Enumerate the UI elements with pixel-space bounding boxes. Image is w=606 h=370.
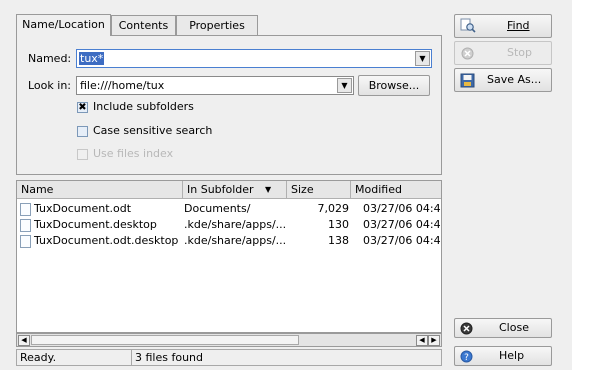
row-modified: 03/27/06 04:46: [363, 234, 442, 247]
row-size: 130: [328, 218, 349, 231]
column-header-modified[interactable]: Modified: [351, 181, 441, 199]
help-button[interactable]: ? Help: [454, 346, 552, 366]
close-icon: [460, 322, 473, 335]
status-state: Ready.: [16, 349, 132, 366]
row-subfolder: .kde/share/apps/...: [184, 234, 287, 247]
case-sensitive-label: Case sensitive search: [93, 124, 213, 137]
save-as-button[interactable]: Save As...: [454, 68, 552, 92]
close-button-label: Close: [499, 321, 529, 334]
column-header-name[interactable]: Name: [17, 181, 183, 199]
find-button[interactable]: Find: [454, 14, 552, 38]
lookin-label: Look in:: [28, 79, 71, 92]
lookin-value: file:///home/tux: [80, 79, 165, 92]
include-subfolders-checkbox[interactable]: ✖: [77, 102, 88, 113]
svg-text:?: ?: [464, 353, 469, 363]
row-size: 138: [328, 234, 349, 247]
check-mark-icon: ✖: [78, 102, 87, 113]
column-header-subfolder[interactable]: In Subfolder ▼: [183, 181, 287, 199]
chevron-down-icon: ▼: [341, 81, 348, 90]
save-as-button-label: Save As...: [487, 73, 542, 86]
row-subfolder: .kde/share/apps/...: [184, 218, 287, 231]
named-input[interactable]: tux* ▼: [76, 49, 432, 68]
lookin-dropdown-button[interactable]: ▼: [337, 78, 352, 93]
scroll-thumb[interactable]: [31, 335, 299, 345]
stop-icon: [461, 47, 474, 60]
find-button-label: Find: [507, 19, 530, 32]
row-modified: 03/27/06 04:45: [363, 218, 442, 231]
table-row[interactable]: TuxDocument.desktop .kde/share/apps/... …: [17, 217, 441, 233]
lookin-input[interactable]: file:///home/tux ▼: [76, 76, 354, 95]
named-value: tux*: [79, 52, 105, 65]
help-button-label: Help: [499, 349, 525, 362]
row-name: TuxDocument.odt: [34, 202, 132, 215]
find-icon: [460, 18, 476, 33]
named-dropdown-button[interactable]: ▼: [415, 51, 430, 66]
row-modified: 03/27/06 04:47: [363, 202, 442, 215]
document-icon: [20, 203, 31, 216]
tab-name-location[interactable]: Name/Location: [16, 14, 111, 36]
scroll-right-button[interactable]: ▶: [428, 335, 440, 346]
table-row[interactable]: TuxDocument.odt.desktop .kde/share/apps/…: [17, 233, 441, 249]
stop-button-label: Stop: [507, 46, 533, 59]
save-icon: [460, 73, 475, 88]
named-label: Named:: [28, 52, 72, 65]
row-size: 7,029: [317, 202, 350, 215]
column-header-size-label: Size: [291, 183, 314, 196]
status-file-count: 3 files found: [132, 349, 442, 366]
document-icon: [20, 219, 31, 232]
row-name: TuxDocument.odt.desktop: [34, 234, 179, 247]
horizontal-scrollbar[interactable]: ◀ ◀ ▶: [16, 333, 442, 347]
row-name: TuxDocument.desktop: [34, 218, 157, 231]
use-files-index-checkbox: [77, 149, 88, 160]
column-header-size[interactable]: Size: [287, 181, 351, 199]
column-header-subfolder-label: In Subfolder: [187, 183, 254, 196]
tab-properties-label: Properties: [189, 19, 245, 32]
scroll-left-button[interactable]: ◀: [18, 335, 30, 346]
help-icon: ?: [460, 350, 473, 363]
tab-contents[interactable]: Contents: [111, 15, 176, 35]
row-subfolder: Documents/: [184, 202, 251, 215]
sort-descending-icon: ▼: [265, 185, 272, 194]
tab-name-location-label: Name/Location: [22, 18, 105, 31]
use-files-index-label: Use files index: [93, 147, 174, 160]
results-list[interactable]: Name In Subfolder ▼ Size Modified TuxDocu…: [16, 180, 442, 333]
column-header-name-label: Name: [21, 183, 54, 196]
case-sensitive-checkbox[interactable]: [77, 126, 88, 137]
browse-button[interactable]: Browse...: [358, 75, 430, 96]
chevron-down-icon: ▼: [419, 54, 426, 63]
document-icon: [20, 235, 31, 248]
scroll-left-button-2[interactable]: ◀: [416, 335, 428, 346]
include-subfolders-label: Include subfolders: [93, 100, 194, 113]
table-row[interactable]: TuxDocument.odt Documents/ 7,029 03/27/0…: [17, 201, 441, 217]
chevron-left-icon: ◀: [21, 336, 27, 344]
tab-properties[interactable]: Properties: [176, 15, 258, 35]
stop-button: Stop: [454, 41, 552, 65]
tab-contents-label: Contents: [118, 19, 169, 32]
chevron-right-icon: ▶: [431, 336, 437, 344]
chevron-left-icon: ◀: [419, 336, 425, 344]
column-header-modified-label: Modified: [355, 183, 402, 196]
browse-button-label: Browse...: [368, 79, 420, 92]
close-button[interactable]: Close: [454, 318, 552, 338]
